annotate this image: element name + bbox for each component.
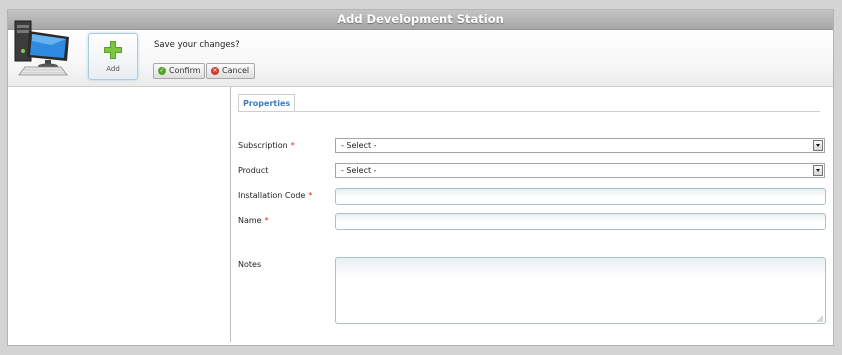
product-select[interactable]: - Select - bbox=[335, 163, 825, 178]
tab-underline bbox=[238, 111, 820, 112]
left-panel bbox=[8, 87, 230, 345]
dropdown-arrow-icon[interactable] bbox=[813, 165, 823, 176]
window-title: Add Development Station bbox=[8, 10, 833, 30]
dialog-window: Add Development Station Add Save your ch… bbox=[7, 9, 834, 346]
subscription-select[interactable]: - Select - bbox=[335, 138, 825, 153]
cancel-button[interactable]: ✕ Cancel bbox=[206, 63, 255, 79]
dropdown-arrow-icon[interactable] bbox=[813, 140, 823, 151]
resize-grip-icon[interactable] bbox=[815, 314, 823, 322]
toolbar: Add Save your changes? ✓ Confirm ✕ Cance… bbox=[8, 20, 833, 87]
panel-divider bbox=[230, 87, 231, 342]
installation-code-field[interactable] bbox=[335, 188, 826, 205]
required-marker: * bbox=[290, 141, 295, 150]
cancel-label: Cancel bbox=[222, 66, 250, 75]
required-marker: * bbox=[308, 191, 313, 200]
subscription-label: Subscription * bbox=[238, 141, 295, 150]
confirm-label: Confirm bbox=[169, 66, 201, 75]
development-station-icon bbox=[14, 20, 69, 76]
add-button[interactable]: Add bbox=[88, 33, 138, 80]
required-marker: * bbox=[264, 216, 269, 225]
close-icon: ✕ bbox=[211, 67, 219, 75]
tab-properties[interactable]: Properties bbox=[238, 94, 296, 112]
plus-icon bbox=[104, 41, 122, 59]
confirm-button[interactable]: ✓ Confirm bbox=[153, 63, 205, 79]
name-label: Name * bbox=[238, 216, 269, 225]
name-field[interactable] bbox=[335, 213, 826, 230]
product-label: Product bbox=[238, 166, 269, 175]
add-button-label: Add bbox=[106, 65, 120, 73]
notes-textarea[interactable] bbox=[335, 257, 826, 324]
installation-code-label: Installation Code * bbox=[238, 191, 313, 200]
check-icon: ✓ bbox=[158, 67, 166, 75]
subscription-selected-value: - Select - bbox=[341, 141, 377, 150]
save-prompt: Save your changes? bbox=[154, 40, 240, 50]
product-selected-value: - Select - bbox=[341, 166, 377, 175]
notes-label: Notes bbox=[238, 260, 262, 269]
